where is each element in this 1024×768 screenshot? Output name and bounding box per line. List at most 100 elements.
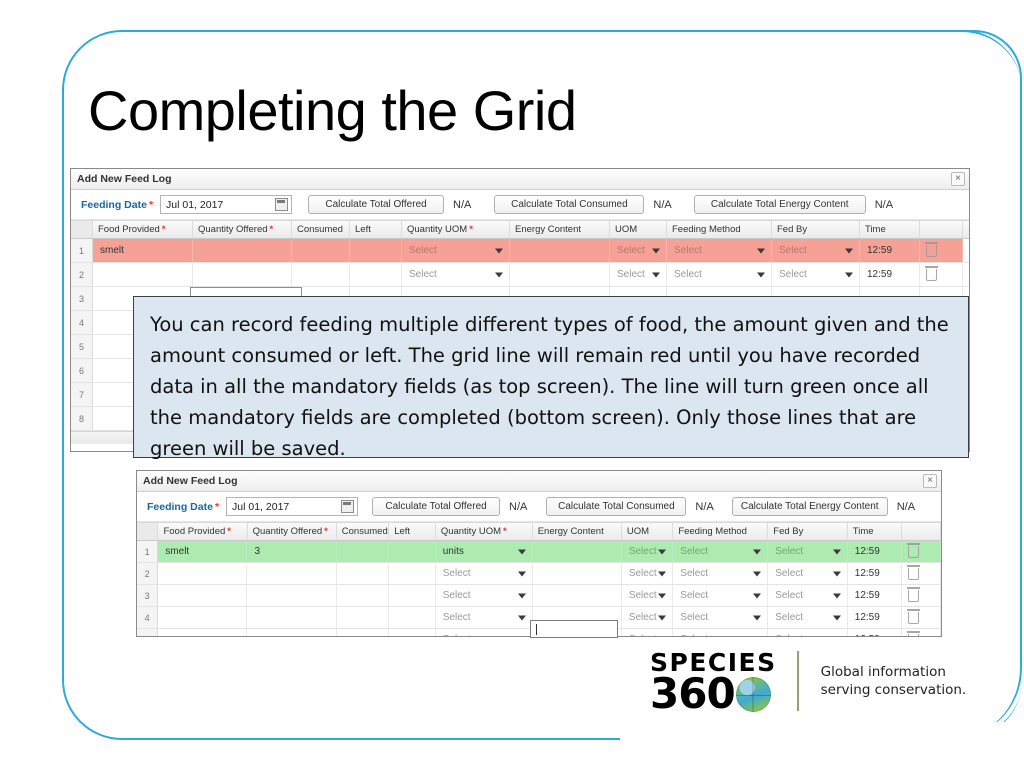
column-header-left[interactable]: Left <box>350 221 402 238</box>
cell-consumed[interactable] <box>292 263 350 286</box>
cell-fed-by[interactable]: Select <box>768 585 848 606</box>
column-header-fed-by[interactable]: Fed By <box>772 221 860 238</box>
cell-time[interactable]: 12:59 <box>860 239 920 262</box>
chevron-down-icon[interactable] <box>753 571 762 576</box>
trash-icon[interactable] <box>907 608 921 624</box>
cell-uom[interactable]: Select <box>610 239 667 262</box>
cell-quantity-offered[interactable] <box>247 629 337 636</box>
chevron-down-icon[interactable] <box>753 593 762 598</box>
cell-fed-by[interactable]: Select <box>772 239 860 262</box>
calendar-icon[interactable] <box>275 198 289 211</box>
column-header-energy-content[interactable]: Energy Content <box>533 523 622 540</box>
chevron-down-icon[interactable] <box>753 549 762 554</box>
chevron-down-icon[interactable] <box>832 571 841 576</box>
trash-icon[interactable] <box>925 241 938 257</box>
trash-icon[interactable] <box>907 564 921 580</box>
cell-consumed[interactable] <box>337 607 390 628</box>
cell-quantity-offered[interactable] <box>247 563 337 584</box>
column-header-energy-content[interactable]: Energy Content <box>510 221 610 238</box>
column-header-food-provided[interactable]: Food Provided * <box>158 523 248 540</box>
chevron-down-icon[interactable] <box>658 549 667 554</box>
trash-icon[interactable] <box>907 586 921 602</box>
chevron-down-icon[interactable] <box>658 615 667 620</box>
column-header-quantity-offered[interactable]: Quantity Offered * <box>248 523 337 540</box>
column-header-food-provided[interactable]: Food Provided * <box>93 221 193 238</box>
column-header-quantity-uom[interactable]: Quantity UOM * <box>402 221 510 238</box>
cell-time[interactable]: 12:59 <box>848 629 903 636</box>
cell-left[interactable] <box>389 629 436 636</box>
chevron-down-icon[interactable] <box>517 571 526 576</box>
chevron-down-icon[interactable] <box>832 549 841 554</box>
cell-fed-by[interactable]: Select <box>768 541 848 562</box>
chevron-down-icon[interactable] <box>845 272 853 277</box>
cell-quantity-offered[interactable] <box>193 263 292 286</box>
chevron-down-icon[interactable] <box>517 615 526 620</box>
cell-consumed[interactable] <box>336 541 390 562</box>
cell-time[interactable]: 12:59 <box>848 563 903 584</box>
cell-feeding-method[interactable]: Select <box>673 585 769 606</box>
cell-consumed[interactable] <box>337 629 390 636</box>
cell-energy-content[interactable] <box>510 239 610 262</box>
cell-left[interactable] <box>389 563 436 584</box>
chevron-down-icon[interactable] <box>517 549 526 554</box>
cell-quantity-uom[interactable]: Select <box>436 607 533 628</box>
cell-quantity-uom[interactable]: units <box>435 541 533 562</box>
close-icon[interactable]: × <box>951 172 965 186</box>
cell-fed-by[interactable]: Select <box>768 607 848 628</box>
column-header-time[interactable]: Time <box>848 523 903 540</box>
chevron-down-icon[interactable] <box>652 272 660 277</box>
cell-food-provided[interactable] <box>158 607 248 628</box>
cell-quantity-offered[interactable] <box>193 239 292 262</box>
column-header-feeding-method[interactable]: Feeding Method <box>667 221 772 238</box>
calculate-total-energy-content-button[interactable]: Calculate Total Energy Content <box>693 195 866 214</box>
column-header-feeding-method[interactable]: Feeding Method <box>673 523 769 540</box>
cell-energy-content[interactable] <box>510 263 610 286</box>
column-header-quantity-offered[interactable]: Quantity Offered * <box>193 221 292 238</box>
cell-consumed[interactable] <box>337 585 390 606</box>
cell-food-provided[interactable]: smelt <box>93 239 193 262</box>
calculate-total-energy-content-button[interactable]: Calculate Total Energy Content <box>731 497 888 516</box>
table-row[interactable]: 1 smelt Select Select Select Select 12:59 <box>71 239 969 263</box>
cell-uom[interactable]: Select <box>622 607 674 628</box>
table-row[interactable]: 3 Select Select Select Select 12:59 <box>137 585 941 607</box>
column-header-left[interactable]: Left <box>389 523 436 540</box>
cell-energy-content[interactable] <box>532 541 622 562</box>
cell-feeding-method[interactable]: Select <box>673 563 769 584</box>
trash-icon[interactable] <box>907 542 921 558</box>
cell-uom[interactable]: Select <box>621 541 674 562</box>
column-header-fed-by[interactable]: Fed By <box>768 523 848 540</box>
column-header-uom[interactable]: UOM <box>622 523 674 540</box>
inline-text-input-bottom[interactable] <box>530 620 618 638</box>
feeding-date-input[interactable]: Jul 01, 2017 <box>160 195 293 214</box>
cell-uom[interactable]: Select <box>622 563 674 584</box>
chevron-down-icon[interactable] <box>832 593 841 598</box>
cell-feeding-method[interactable]: Select <box>667 263 772 286</box>
column-header-consumed[interactable]: Consumed <box>337 523 390 540</box>
cell-uom[interactable]: Select <box>622 585 674 606</box>
cell-time[interactable]: 12:59 <box>860 263 920 286</box>
cell-feeding-method[interactable]: Select <box>673 541 769 562</box>
cell-food-provided[interactable] <box>158 585 248 606</box>
cell-food-provided[interactable] <box>93 263 193 286</box>
cell-quantity-offered[interactable]: 3 <box>247 541 337 562</box>
chevron-down-icon[interactable] <box>658 593 667 598</box>
chevron-down-icon[interactable] <box>495 248 503 253</box>
cell-consumed[interactable] <box>292 239 350 262</box>
table-row[interactable]: 2 Select Select Select Select 12:59 <box>71 263 969 287</box>
cell-quantity-uom[interactable]: Select <box>402 263 510 286</box>
cell-left[interactable] <box>389 607 436 628</box>
cell-food-provided[interactable]: smelt <box>158 541 248 562</box>
cell-quantity-offered[interactable] <box>247 607 337 628</box>
column-header-consumed[interactable]: Consumed <box>292 221 350 238</box>
calculate-total-offered-button[interactable]: Calculate Total Offered <box>308 195 445 214</box>
cell-time[interactable]: 12:59 <box>848 607 903 628</box>
feeding-date-input[interactable]: Jul 01, 2017 <box>226 497 359 516</box>
chevron-down-icon[interactable] <box>757 272 765 277</box>
cell-quantity-uom[interactable]: Select <box>402 239 510 262</box>
calculate-total-consumed-button[interactable]: Calculate Total Consumed <box>546 497 687 516</box>
chevron-down-icon[interactable] <box>845 248 853 253</box>
cell-energy-content[interactable] <box>533 585 622 606</box>
chevron-down-icon[interactable] <box>753 615 762 620</box>
trash-icon[interactable] <box>925 265 938 281</box>
cell-left[interactable] <box>350 239 402 262</box>
